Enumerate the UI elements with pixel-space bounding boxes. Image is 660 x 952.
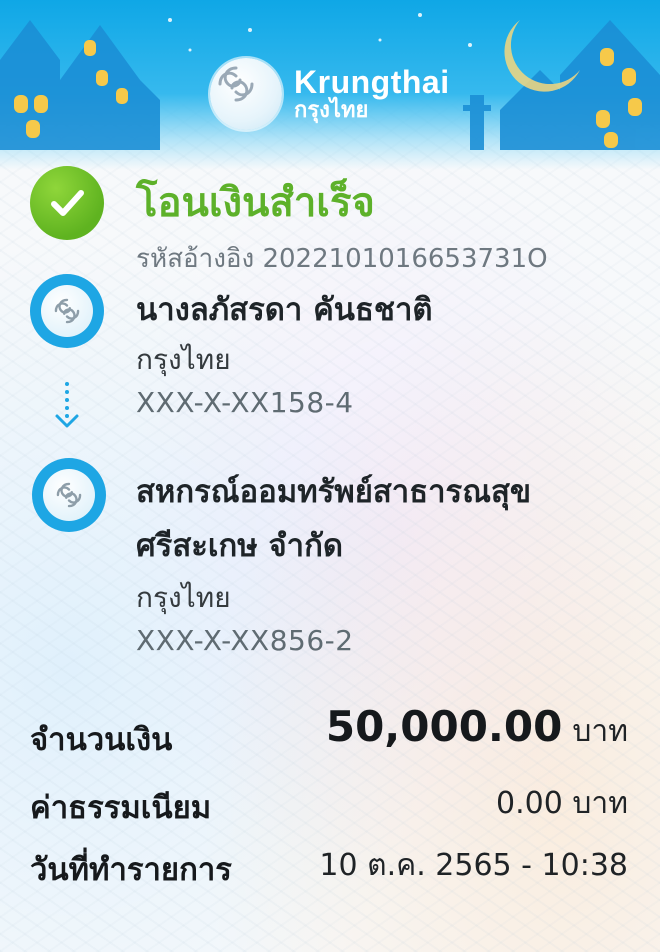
sender-name: นางลภัสรดา คันธชาติ: [136, 292, 433, 328]
krungthai-logo-icon: [210, 58, 282, 130]
fee-label: ค่าธรรมเนียม: [30, 790, 212, 826]
amount-unit: บาท: [572, 714, 628, 749]
krungthai-logo-icon: [43, 469, 95, 521]
arrow-down-dotted-icon: [52, 380, 82, 434]
amount-value: 50,000.00: [325, 702, 563, 751]
sender-bank-avatar: [30, 274, 104, 348]
sender-bank: กรุงไทย: [136, 343, 231, 376]
reference-code: 2022101016653731O: [262, 244, 548, 274]
recipient-name-line2: ศรีสะเกษ จำกัด: [136, 528, 343, 564]
fee-value: 0.00 บาท: [496, 786, 628, 821]
status-title: โอนเงินสำเร็จ: [136, 180, 375, 226]
recipient-account: XXX-X-XX856-2: [136, 624, 354, 657]
brand-name-th: กรุงไทย: [294, 98, 369, 124]
date-value: 10 ต.ค. 2565 - 10:38: [319, 848, 628, 883]
amount-value-group: 50,000.00 บาท: [326, 702, 628, 755]
recipient-bank: กรุงไทย: [136, 581, 231, 614]
reference-label: รหัสอ้างอิง: [136, 244, 255, 274]
krungthai-logo-icon: [41, 285, 93, 337]
krungthai-logo: Krungthai กรุงไทย: [210, 58, 450, 130]
check-circle-icon: [30, 166, 104, 240]
recipient-bank-avatar: [32, 458, 106, 532]
date-label: วันที่ทำรายการ: [30, 852, 232, 888]
amount-label: จำนวนเงิน: [30, 722, 173, 758]
sender-account: XXX-X-XX158-4: [136, 386, 354, 419]
recipient-name-line1: สหกรณ์ออมทรัพย์สาธารณสุข: [136, 474, 532, 510]
header-banner: Krungthai กรุงไทย: [0, 0, 660, 170]
reference-line: รหัสอ้างอิง 2022101016653731O: [136, 238, 548, 279]
brand-name-en: Krungthai: [294, 63, 450, 100]
